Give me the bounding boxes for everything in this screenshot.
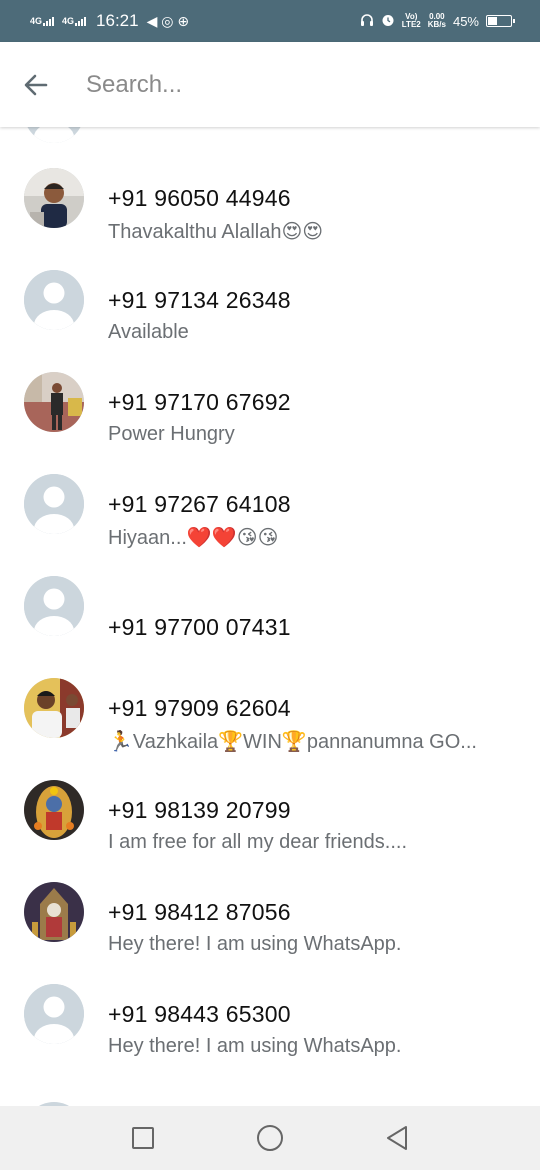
contact-row[interactable]: +91 97700 07431 xyxy=(0,555,540,657)
clock: 16:21 xyxy=(96,11,139,30)
contact-name: +91 98443 65300 xyxy=(108,1001,291,1027)
volte-indicator: Vo) LTE2 xyxy=(401,12,421,29)
contact-name: +91 97909 62604 xyxy=(108,695,291,721)
recents-button[interactable] xyxy=(123,1118,163,1158)
avatar xyxy=(24,372,84,432)
avatar xyxy=(24,882,84,942)
contact-name: +91 98412 87056 xyxy=(108,899,291,925)
contact-name: +91 98139 20799 xyxy=(108,797,291,823)
alarm-icon xyxy=(381,13,395,30)
avatar xyxy=(24,168,84,228)
avatar xyxy=(24,127,84,143)
home-button[interactable] xyxy=(250,1118,290,1158)
notification-icons: ◀ ◎ ⊕ xyxy=(146,12,190,29)
contact-status: Hiyaan...❤️❤️😘😘 xyxy=(108,527,279,549)
contact-row[interactable]: +91 98443 65300 Hey there! I am using Wha… xyxy=(0,963,540,1065)
contact-name: +91 97267 64108 xyxy=(108,491,291,517)
network-type-label: 4G xyxy=(30,16,43,26)
contact-status: Power Hungry xyxy=(108,423,235,445)
headphones-icon xyxy=(360,13,374,30)
contact-row[interactable]: +91 97267 64108 Hiyaan...❤️❤️😘😘 xyxy=(0,453,540,555)
avatar xyxy=(24,270,84,330)
contact-name: +91 97700 07431 xyxy=(108,614,291,640)
contact-row[interactable]: +91 97170 67692 Power Hungry xyxy=(0,351,540,453)
contact-row[interactable]: +91 96050 44946 Thavakalthu Alallah😍😍 xyxy=(0,147,540,249)
square-icon xyxy=(132,1127,155,1149)
battery-icon xyxy=(486,15,515,27)
signal-sim1-icon: 4G xyxy=(30,16,55,26)
search-header xyxy=(0,42,540,127)
contact-status: Hey there! I am using WhatsApp. xyxy=(108,1035,402,1057)
status-bar: 4G 4G 16:21 ◀ ◎ ⊕ Vo) LTE2 0.00 KB/s 45% xyxy=(0,0,540,42)
navigation-bar xyxy=(0,1106,540,1170)
battery-percent: 45% xyxy=(452,13,479,29)
avatar xyxy=(24,984,84,1044)
contact-row[interactable]: +91 97909 62604 🏃Vazhkaila🏆WIN🏆pannanumna… xyxy=(0,657,540,759)
network-speed: 0.00 KB/s xyxy=(427,12,446,29)
arrow-back-icon xyxy=(24,74,48,95)
avatar xyxy=(24,678,84,738)
contact-row[interactable]: +91 98412 87056 Hey there! I am using Wha… xyxy=(0,861,540,963)
contact-row[interactable]: +91 97134 26348 Available xyxy=(0,249,540,351)
network-type-label: 4G xyxy=(62,16,75,26)
back-nav-button[interactable] xyxy=(377,1118,417,1158)
signal-sim2-icon: 4G xyxy=(62,16,87,26)
contact-status: Thavakalthu Alallah😍😍 xyxy=(108,221,324,243)
back-button[interactable] xyxy=(18,67,54,103)
contact-status: Available xyxy=(108,321,189,343)
contact-name: +91 96050 44946 xyxy=(108,185,291,211)
contact-status: I am free for all my dear friends.... xyxy=(108,831,407,853)
contact-status: 🏃Vazhkaila🏆WIN🏆pannanumna GO... xyxy=(108,731,477,753)
avatar xyxy=(24,576,84,636)
contact-row[interactable]: +91 98139 20799 I am free for all my dear… xyxy=(0,759,540,861)
contact-name: +91 97170 67692 xyxy=(108,389,291,415)
circle-icon xyxy=(256,1125,283,1151)
contact-list[interactable]: +91 96050 44946 Thavakalthu Alallah😍😍 +91 … xyxy=(0,127,540,1106)
contact-status: Hey there! I am using WhatsApp. xyxy=(108,933,402,955)
search-input[interactable] xyxy=(84,69,468,100)
avatar xyxy=(24,474,84,534)
contact-name: +91 97134 26348 xyxy=(108,287,291,313)
avatar xyxy=(24,780,84,840)
triangle-back-icon xyxy=(386,1126,407,1150)
